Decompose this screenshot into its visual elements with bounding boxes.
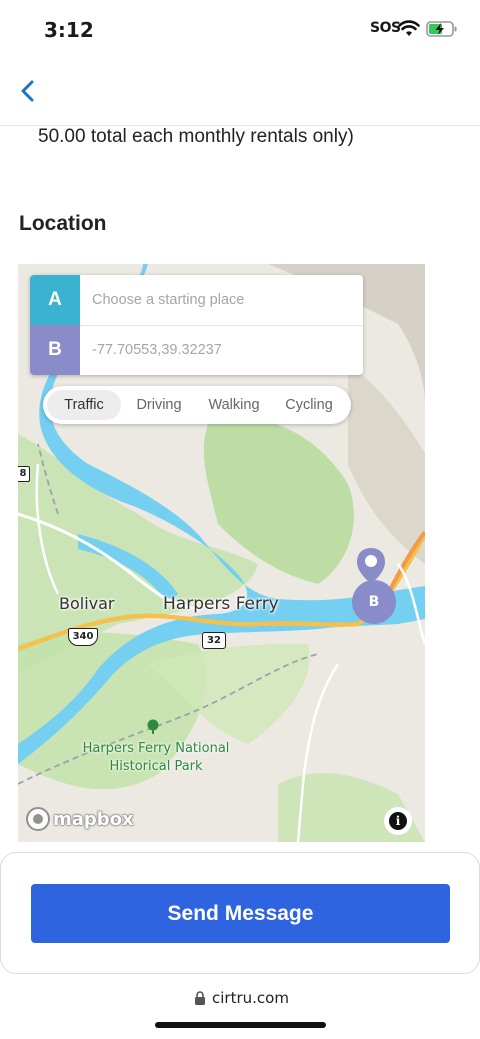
- travel-mode-tabs: Traffic Driving Walking Cycling: [43, 386, 351, 424]
- tab-cycling[interactable]: Cycling: [273, 390, 345, 420]
- route-32-shield: 32: [202, 632, 226, 649]
- map-label-bolivar: Bolivar: [59, 594, 115, 613]
- destination-input[interactable]: [92, 325, 352, 375]
- home-indicator[interactable]: [155, 1022, 326, 1028]
- origin-badge: A: [30, 275, 80, 325]
- tab-walking[interactable]: Walking: [197, 390, 271, 420]
- destination-badge: B: [30, 325, 80, 375]
- battery-charging-icon: [426, 21, 457, 37]
- origin-row: A: [30, 275, 363, 326]
- status-sos: SOS: [370, 20, 401, 36]
- mapbox-wordmark: mapbox: [53, 808, 134, 830]
- park-tree-icon: [147, 719, 159, 734]
- status-bar: 3:12 SOS: [0, 0, 480, 60]
- mapbox-logo-icon: [26, 807, 50, 831]
- map-label-harpers-ferry: Harpers Ferry: [163, 594, 279, 614]
- location-heading: Location: [19, 212, 107, 235]
- directions-panel: A B: [30, 275, 363, 375]
- map-view[interactable]: Bolivar Harpers Ferry 340 32 8 Harpers F…: [18, 264, 425, 842]
- send-message-button[interactable]: Send Message: [31, 884, 450, 943]
- nav-bar: [0, 60, 480, 126]
- origin-input[interactable]: [92, 275, 352, 325]
- browser-url-bar[interactable]: cirtru.com: [0, 974, 480, 1039]
- tab-traffic[interactable]: Traffic: [47, 390, 121, 420]
- info-icon: i: [389, 812, 407, 830]
- destination-row: B: [30, 325, 363, 375]
- park-label-line1: Harpers Ferry National: [82, 741, 230, 756]
- chevron-left-icon[interactable]: [12, 74, 44, 108]
- rental-description: 50.00 total each monthly rentals only): [38, 126, 354, 147]
- destination-marker-b[interactable]: B: [352, 580, 396, 624]
- tab-driving[interactable]: Driving: [123, 390, 195, 420]
- park-label-line2: Historical Park: [109, 759, 203, 774]
- url-text: cirtru.com: [212, 989, 289, 1007]
- wifi-icon: [398, 20, 420, 36]
- route-340-shield: 340: [68, 628, 98, 646]
- action-card: Send Message: [0, 852, 480, 974]
- park-label: Harpers Ferry National Historical Park: [66, 740, 246, 776]
- lock-icon: [195, 991, 205, 1005]
- attribution-info-button[interactable]: i: [384, 807, 412, 835]
- mapbox-logo[interactable]: mapbox: [26, 806, 134, 832]
- status-time: 3:12: [44, 18, 94, 42]
- route-edge-shield: 8: [18, 466, 30, 482]
